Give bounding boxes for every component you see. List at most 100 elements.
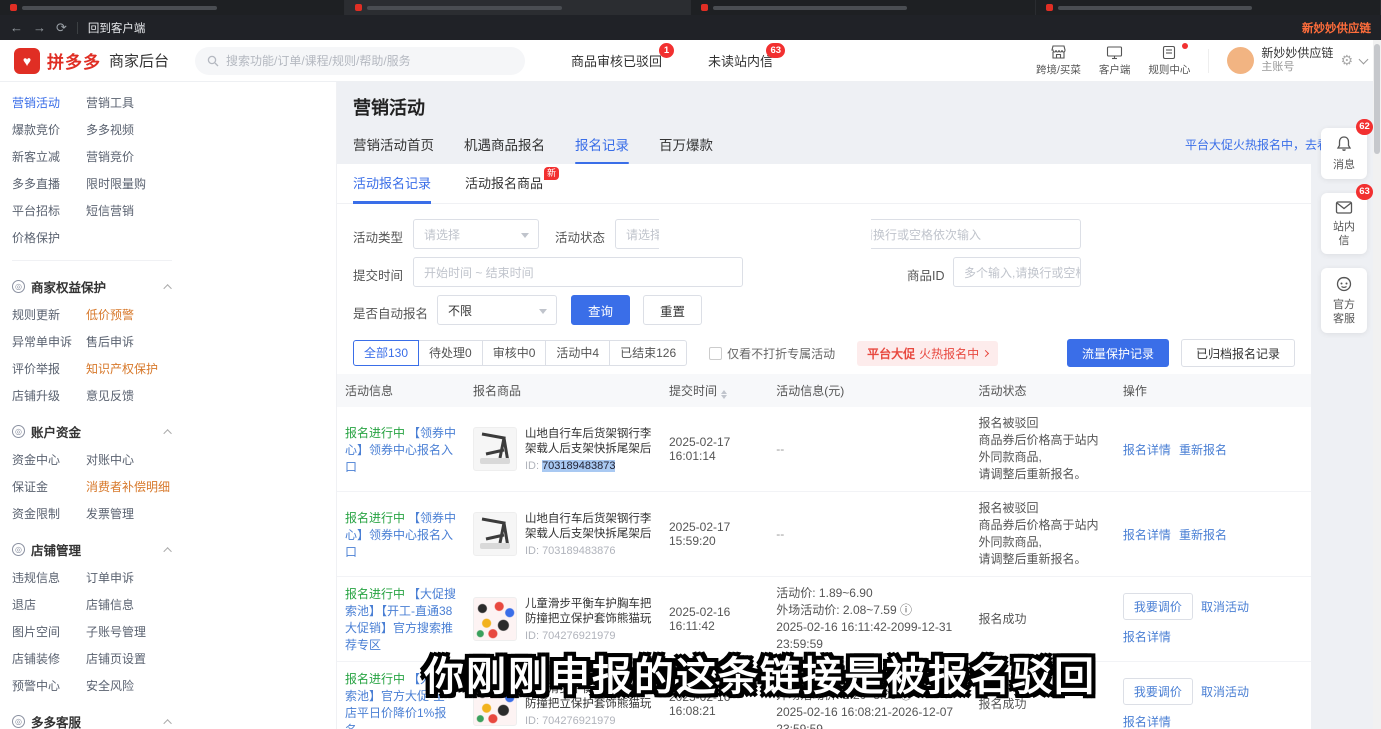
sidebar-item-营销工具[interactable]: 营销工具 <box>86 90 182 117</box>
sidebar-item-爆款竞价[interactable]: 爆款竞价 <box>12 117 86 144</box>
product-image[interactable] <box>473 597 517 641</box>
browser-scrollbar[interactable] <box>1373 40 1381 729</box>
product-image[interactable] <box>473 512 517 556</box>
sidebar-item-保证金[interactable]: 保证金 <box>12 474 86 501</box>
sidebar-item-违规信息[interactable]: 违规信息 <box>12 565 86 592</box>
chevron-down-icon[interactable] <box>1359 54 1369 64</box>
sidebar-item-平台招标[interactable]: 平台招标 <box>12 198 86 225</box>
quick-link-rules[interactable]: 规则中心 <box>1148 45 1190 77</box>
filter-chip-已结束126[interactable]: 已结束126 <box>609 340 687 366</box>
scrollbar-thumb[interactable] <box>1374 44 1380 154</box>
query-button[interactable]: 查询 <box>571 295 630 325</box>
product-id-input[interactable]: 多个输入,请换行或空格依次输入 <box>953 257 1081 287</box>
filter-chip-审核中0[interactable]: 审核中0 <box>482 340 547 366</box>
op-link-重新报名[interactable]: 重新报名 <box>1179 526 1227 543</box>
product-title[interactable]: 山地自行车后货架钢行李架载人后支架快拆尾架后车筐通用骑行装备 <box>525 512 653 542</box>
sidebar-item-多多视频[interactable]: 多多视频 <box>86 117 182 144</box>
sidebar-item-资金中心[interactable]: 资金中心 <box>12 447 86 474</box>
rail-card-官方客服[interactable]: 官方客服 <box>1321 268 1367 333</box>
sidebar-item-资金限制[interactable]: 资金限制 <box>12 501 86 528</box>
sidebar-item-订单申诉[interactable]: 订单申诉 <box>86 565 182 592</box>
sidebar-item-低价预警[interactable]: 低价预警 <box>86 302 182 329</box>
activity-id-input[interactable]: 入请换行或空格依次输入 <box>839 219 1081 249</box>
address-bar[interactable]: 回到客户端 <box>88 20 146 36</box>
browser-tab-active[interactable] <box>345 0 690 15</box>
browser-tab[interactable] <box>0 0 345 15</box>
traffic-protection-button[interactable]: 流量保护记录 <box>1067 339 1169 367</box>
sidebar-item-安全风险[interactable]: 安全风险 <box>86 673 182 700</box>
sidebar-item-子账号管理[interactable]: 子账号管理 <box>86 619 182 646</box>
sidebar-item-营销活动[interactable]: 营销活动 <box>12 90 86 117</box>
archived-records-button[interactable]: 已归档报名记录 <box>1181 339 1295 367</box>
sidebar-group-header[interactable]: ◎商家权益保护 <box>12 269 172 302</box>
op-link-报名详情[interactable]: 报名详情 <box>1123 441 1171 458</box>
sidebar-item-发票管理[interactable]: 发票管理 <box>86 501 182 528</box>
sidebar-item-意见反馈[interactable]: 意见反馈 <box>86 383 182 410</box>
filter-chip-活动中4[interactable]: 活动中4 <box>545 340 610 366</box>
sidebar-item-图片空间[interactable]: 图片空间 <box>12 619 86 646</box>
rail-card-消息[interactable]: 62消息 <box>1321 128 1367 179</box>
sidebar-item-新客立减[interactable]: 新客立减 <box>12 144 86 171</box>
global-search-input[interactable]: 搜索功能/订单/课程/规则/帮助/服务 <box>195 47 525 75</box>
sort-icon[interactable] <box>721 390 727 399</box>
op-link-重新报名[interactable]: 重新报名 <box>1179 441 1227 458</box>
sidebar-item-店铺升级[interactable]: 店铺升级 <box>12 383 86 410</box>
adjust-price-button[interactable]: 我要调价 <box>1123 678 1193 705</box>
op-link-取消活动[interactable]: 取消活动 <box>1201 683 1249 700</box>
gear-icon[interactable]: ⚙ <box>1340 52 1353 69</box>
rail-card-站内信[interactable]: 63站内信 <box>1321 193 1367 255</box>
sidebar-item-多多直播[interactable]: 多多直播 <box>12 171 86 198</box>
quick-link-crossborder[interactable]: 跨境/买菜 <box>1036 45 1081 77</box>
audit-rejected-link[interactable]: 商品审核已驳回1 <box>571 51 662 70</box>
only-exclusive-checkbox[interactable]: 仅看不打折专属活动 <box>709 345 835 362</box>
activity-type-select[interactable]: 请选择 <box>413 219 539 249</box>
tab-机遇商品报名[interactable]: 机遇商品报名 <box>464 134 545 164</box>
op-link-报名详情[interactable]: 报名详情 <box>1123 713 1171 729</box>
quick-link-client[interactable]: 客户端 <box>1099 45 1131 77</box>
subtab-活动报名记录[interactable]: 活动报名记录 <box>353 164 431 204</box>
tab-营销活动首页[interactable]: 营销活动首页 <box>353 134 434 164</box>
forward-icon[interactable]: → <box>33 21 46 34</box>
tab-百万爆款[interactable]: 百万爆款 <box>659 134 713 164</box>
sidebar-item-店铺信息[interactable]: 店铺信息 <box>86 592 182 619</box>
sidebar-item-评价举报[interactable]: 评价举报 <box>12 356 86 383</box>
pinduoduo-logo-icon[interactable]: ♥ <box>14 48 40 74</box>
sidebar-item-预警中心[interactable]: 预警中心 <box>12 673 86 700</box>
browser-profile-name[interactable]: 新妙妙供应链 <box>1302 20 1371 36</box>
date-range-input[interactable]: 开始时间 ~ 结束时间 <box>413 257 743 287</box>
browser-tab[interactable] <box>1036 0 1381 15</box>
op-link-报名详情[interactable]: 报名详情 <box>1123 628 1171 645</box>
sidebar-item-店铺装修[interactable]: 店铺装修 <box>12 646 86 673</box>
back-icon[interactable]: ← <box>10 21 23 34</box>
op-link-取消活动[interactable]: 取消活动 <box>1201 598 1249 615</box>
sidebar-item-短信营销[interactable]: 短信营销 <box>86 198 182 225</box>
sidebar-item-规则更新[interactable]: 规则更新 <box>12 302 86 329</box>
adjust-price-button[interactable]: 我要调价 <box>1123 593 1193 620</box>
sidebar-item-消费者补偿明细[interactable]: 消费者补偿明细 <box>86 474 182 501</box>
account-avatar[interactable] <box>1227 47 1254 74</box>
unread-mail-link[interactable]: 未读站内信63 <box>708 51 773 70</box>
browser-tab[interactable] <box>691 0 1036 15</box>
sidebar-item-知识产权保护[interactable]: 知识产权保护 <box>86 356 182 383</box>
sidebar-item-店铺页设置[interactable]: 店铺页设置 <box>86 646 182 673</box>
auto-signup-select[interactable]: 不限 <box>437 295 557 325</box>
subtab-活动报名商品[interactable]: 活动报名商品新 <box>465 164 543 204</box>
product-title[interactable]: 山地自行车后货架钢行李架载人后支架快拆尾架后车筐通用骑行装备 <box>525 427 653 457</box>
product-title[interactable]: 儿童滑步平衡车护胸车把防撞把立保护套饰熊猫玩偶卡通公仔把手套 <box>525 597 653 627</box>
sidebar-item-售后申诉[interactable]: 售后申诉 <box>86 329 182 356</box>
filter-chip-全部130[interactable]: 全部130 <box>353 340 419 366</box>
sidebar-group-header[interactable]: ◎多多客服 <box>12 704 172 729</box>
sidebar-item-异常单申诉[interactable]: 异常单申诉 <box>12 329 86 356</box>
tab-报名记录[interactable]: 报名记录 <box>575 134 629 164</box>
reset-button[interactable]: 重置 <box>643 295 702 325</box>
sidebar-item-营销竞价[interactable]: 营销竞价 <box>86 144 182 171</box>
sidebar-item-价格保护[interactable]: 价格保护 <box>12 225 86 252</box>
product-image[interactable] <box>473 427 517 471</box>
hot-promo-pill[interactable]: 平台大促 火热报名中 <box>857 341 998 366</box>
sidebar-group-header[interactable]: ◎账户资金 <box>12 414 172 447</box>
sidebar-item-限时限量购[interactable]: 限时限量购 <box>86 171 182 198</box>
reload-icon[interactable]: ⟳ <box>56 21 67 34</box>
sidebar-item-对账中心[interactable]: 对账中心 <box>86 447 182 474</box>
sidebar-item-退店[interactable]: 退店 <box>12 592 86 619</box>
filter-chip-待处理0[interactable]: 待处理0 <box>418 340 483 366</box>
